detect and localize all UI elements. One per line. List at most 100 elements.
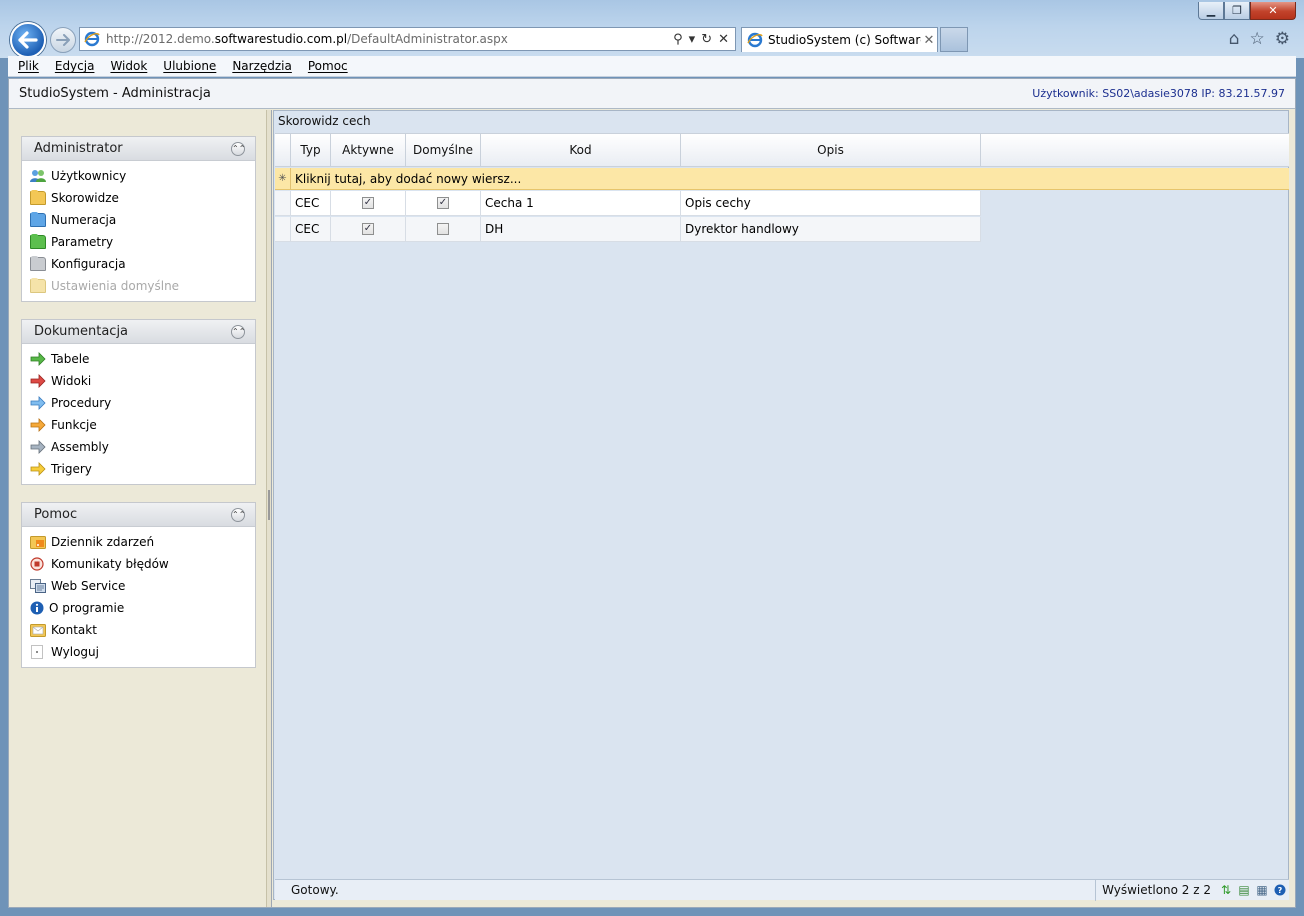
column-header-typ[interactable]: Typ xyxy=(291,134,331,166)
sidebar-item-dziennik-zdarzen[interactable]: Dziennik zdarzeń xyxy=(30,531,255,553)
row-indicator[interactable] xyxy=(275,191,291,215)
sidebar-item-wyloguj[interactable]: Wyloguj xyxy=(30,641,255,663)
gear-icon[interactable]: ⚙ xyxy=(1275,29,1290,49)
panel-header-pomoc[interactable]: Pomoc ⌃⌃ xyxy=(22,503,255,527)
minimize-button[interactable]: ▁ xyxy=(1198,2,1224,20)
sidebar-item-label: Dziennik zdarzeń xyxy=(51,535,155,549)
arrow-yellow-icon xyxy=(30,462,46,476)
new-tab-button[interactable] xyxy=(940,27,968,52)
collapse-icon[interactable]: ⌃⌃ xyxy=(231,141,245,156)
aktywne-checkbox[interactable]: ✓ xyxy=(362,223,374,235)
panel-administrator: Administrator ⌃⌃ Użytkownicy Skorowidze xyxy=(21,136,256,302)
menu-pomoc[interactable]: Pomoc xyxy=(308,59,348,73)
search-icon[interactable]: ⚲ xyxy=(673,32,683,47)
cell-kod[interactable]: DH xyxy=(481,217,681,241)
menu-ulubione[interactable]: Ulubione xyxy=(163,59,216,73)
tab-close-icon[interactable]: ✕ xyxy=(921,33,937,48)
refresh-icon[interactable]: ↻ xyxy=(701,32,712,47)
favorites-star-icon[interactable]: ☆ xyxy=(1250,29,1265,49)
browser-tab[interactable]: StudioSystem (c) SoftwareS... ✕ xyxy=(741,27,938,52)
sidebar-item-widoki[interactable]: Widoki xyxy=(30,370,255,392)
cell-opis[interactable]: Dyrektor handlowy xyxy=(681,217,981,241)
address-bar[interactable]: http://2012.demo.softwarestudio.com.pl/D… xyxy=(79,27,736,51)
column-header-opis[interactable]: Opis xyxy=(681,134,981,166)
panel-header-dokumentacja[interactable]: Dokumentacja ⌃⌃ xyxy=(22,320,255,344)
info-icon xyxy=(30,601,44,615)
status-bar: Gotowy. Wyświetlono 2 z 2 ⇅ ▤ ▦ ? xyxy=(275,879,1289,901)
table-row[interactable]: CEC ✓ ✓ Cecha 1 Opis cechy xyxy=(275,191,981,216)
menu-widok[interactable]: Widok xyxy=(110,59,147,73)
domyslne-checkbox[interactable]: ✓ xyxy=(437,197,449,209)
back-button[interactable] xyxy=(10,22,46,58)
column-header-domyslne[interactable]: Domyślne xyxy=(406,134,481,166)
arrow-orange-icon xyxy=(30,418,46,432)
sidebar-item-parametry[interactable]: Parametry xyxy=(30,231,255,253)
logout-icon xyxy=(31,645,43,659)
menu-narzedzia[interactable]: Narzędzia xyxy=(232,59,292,73)
new-row-prompt[interactable]: ✳ Kliknij tutaj, aby dodać nowy wiersz..… xyxy=(275,167,1289,190)
collapse-icon[interactable]: ⌃⌃ xyxy=(231,507,245,522)
table-row[interactable]: CEC ✓ DH Dyrektor handlowy xyxy=(275,217,981,242)
sidebar-item-skorowidze[interactable]: Skorowidze xyxy=(30,187,255,209)
arrow-blue-icon xyxy=(30,396,46,410)
sidebar-item-tabele[interactable]: Tabele xyxy=(30,348,255,370)
cell-kod[interactable]: Cecha 1 xyxy=(481,191,681,215)
cell-opis[interactable]: Opis cechy xyxy=(681,191,981,215)
row-indicator[interactable] xyxy=(275,217,291,241)
sidebar-item-kontakt[interactable]: Kontakt xyxy=(30,619,255,641)
arrow-green-icon xyxy=(30,352,46,366)
sidebar-item-numeracja[interactable]: Numeracja xyxy=(30,209,255,231)
menu-edycja[interactable]: Edycja xyxy=(55,59,95,73)
splitter-grip[interactable] xyxy=(268,490,270,520)
sidebar-item-label: Wyloguj xyxy=(51,645,99,659)
cell-aktywne[interactable]: ✓ xyxy=(331,217,406,241)
sidebar-item-procedury[interactable]: Procedury xyxy=(30,392,255,414)
sidebar-item-konfiguracja[interactable]: Konfiguracja xyxy=(30,253,255,275)
cell-aktywne[interactable]: ✓ xyxy=(331,191,406,215)
browser-toolbar-icons: ⌂ ☆ ⚙ xyxy=(1229,29,1290,49)
column-header-aktywne[interactable]: Aktywne xyxy=(331,134,406,166)
sidebar-item-label: Konfiguracja xyxy=(51,257,126,271)
domyslne-checkbox[interactable] xyxy=(437,223,449,235)
sidebar-item-assembly[interactable]: Assembly xyxy=(30,436,255,458)
sidebar-item-label: Numeracja xyxy=(51,213,117,227)
cell-typ[interactable]: CEC xyxy=(291,191,331,215)
sidebar-item-label: Parametry xyxy=(51,235,114,249)
aktywne-checkbox[interactable]: ✓ xyxy=(362,197,374,209)
print-icon[interactable]: ▦ xyxy=(1253,881,1271,899)
sidebar-item-web-service[interactable]: Web Service xyxy=(30,575,255,597)
address-url[interactable]: http://2012.demo.softwarestudio.com.pl/D… xyxy=(106,32,673,46)
menu-bar: Plik Edycja Widok Ulubione Narzędzia Pom… xyxy=(8,56,1296,77)
cell-domyslne[interactable] xyxy=(406,217,481,241)
cell-typ[interactable]: CEC xyxy=(291,217,331,241)
forward-arrow-icon xyxy=(56,34,70,46)
folder-blue-icon xyxy=(30,212,46,227)
menu-plik[interactable]: Plik xyxy=(18,59,39,73)
sidebar-item-komunikaty-bledow[interactable]: Komunikaty błędów xyxy=(30,553,255,575)
sidebar-item-trigery[interactable]: Trigery xyxy=(30,458,255,480)
collapse-icon[interactable]: ⌃⌃ xyxy=(231,324,245,339)
status-text: Gotowy. xyxy=(291,883,339,897)
home-icon[interactable]: ⌂ xyxy=(1229,29,1240,49)
sidebar-item-ustawienia-domyslne[interactable]: Ustawienia domyślne xyxy=(30,275,255,297)
sidebar-item-funkcje[interactable]: Funkcje xyxy=(30,414,255,436)
cell-domyslne[interactable]: ✓ xyxy=(406,191,481,215)
folder-disabled-icon xyxy=(30,278,46,293)
maximize-button[interactable]: ❐ xyxy=(1224,2,1250,20)
panel-header-administrator[interactable]: Administrator ⌃⌃ xyxy=(22,137,255,161)
grid-title: Skorowidz cech xyxy=(278,114,371,128)
panel-title: Pomoc xyxy=(34,507,78,522)
dropdown-icon[interactable]: ▾ xyxy=(689,32,696,47)
export-icon[interactable]: ▤ xyxy=(1235,881,1253,899)
sidebar-item-o-programie[interactable]: O programie xyxy=(30,597,255,619)
sidebar-splitter[interactable] xyxy=(267,110,272,907)
sidebar-item-uzytkownicy[interactable]: Użytkownicy xyxy=(30,165,255,187)
close-window-button[interactable]: ✕ xyxy=(1250,2,1296,20)
web-service-icon xyxy=(30,579,46,593)
stop-icon[interactable]: ✕ xyxy=(718,32,729,47)
forward-button[interactable] xyxy=(50,27,76,53)
refresh-icon[interactable]: ⇅ xyxy=(1217,881,1235,899)
column-header-kod[interactable]: Kod xyxy=(481,134,681,166)
main-panel: Skorowidz cech Typ Aktywne Domyślne Kod … xyxy=(273,110,1289,901)
help-icon[interactable]: ? xyxy=(1271,881,1289,899)
